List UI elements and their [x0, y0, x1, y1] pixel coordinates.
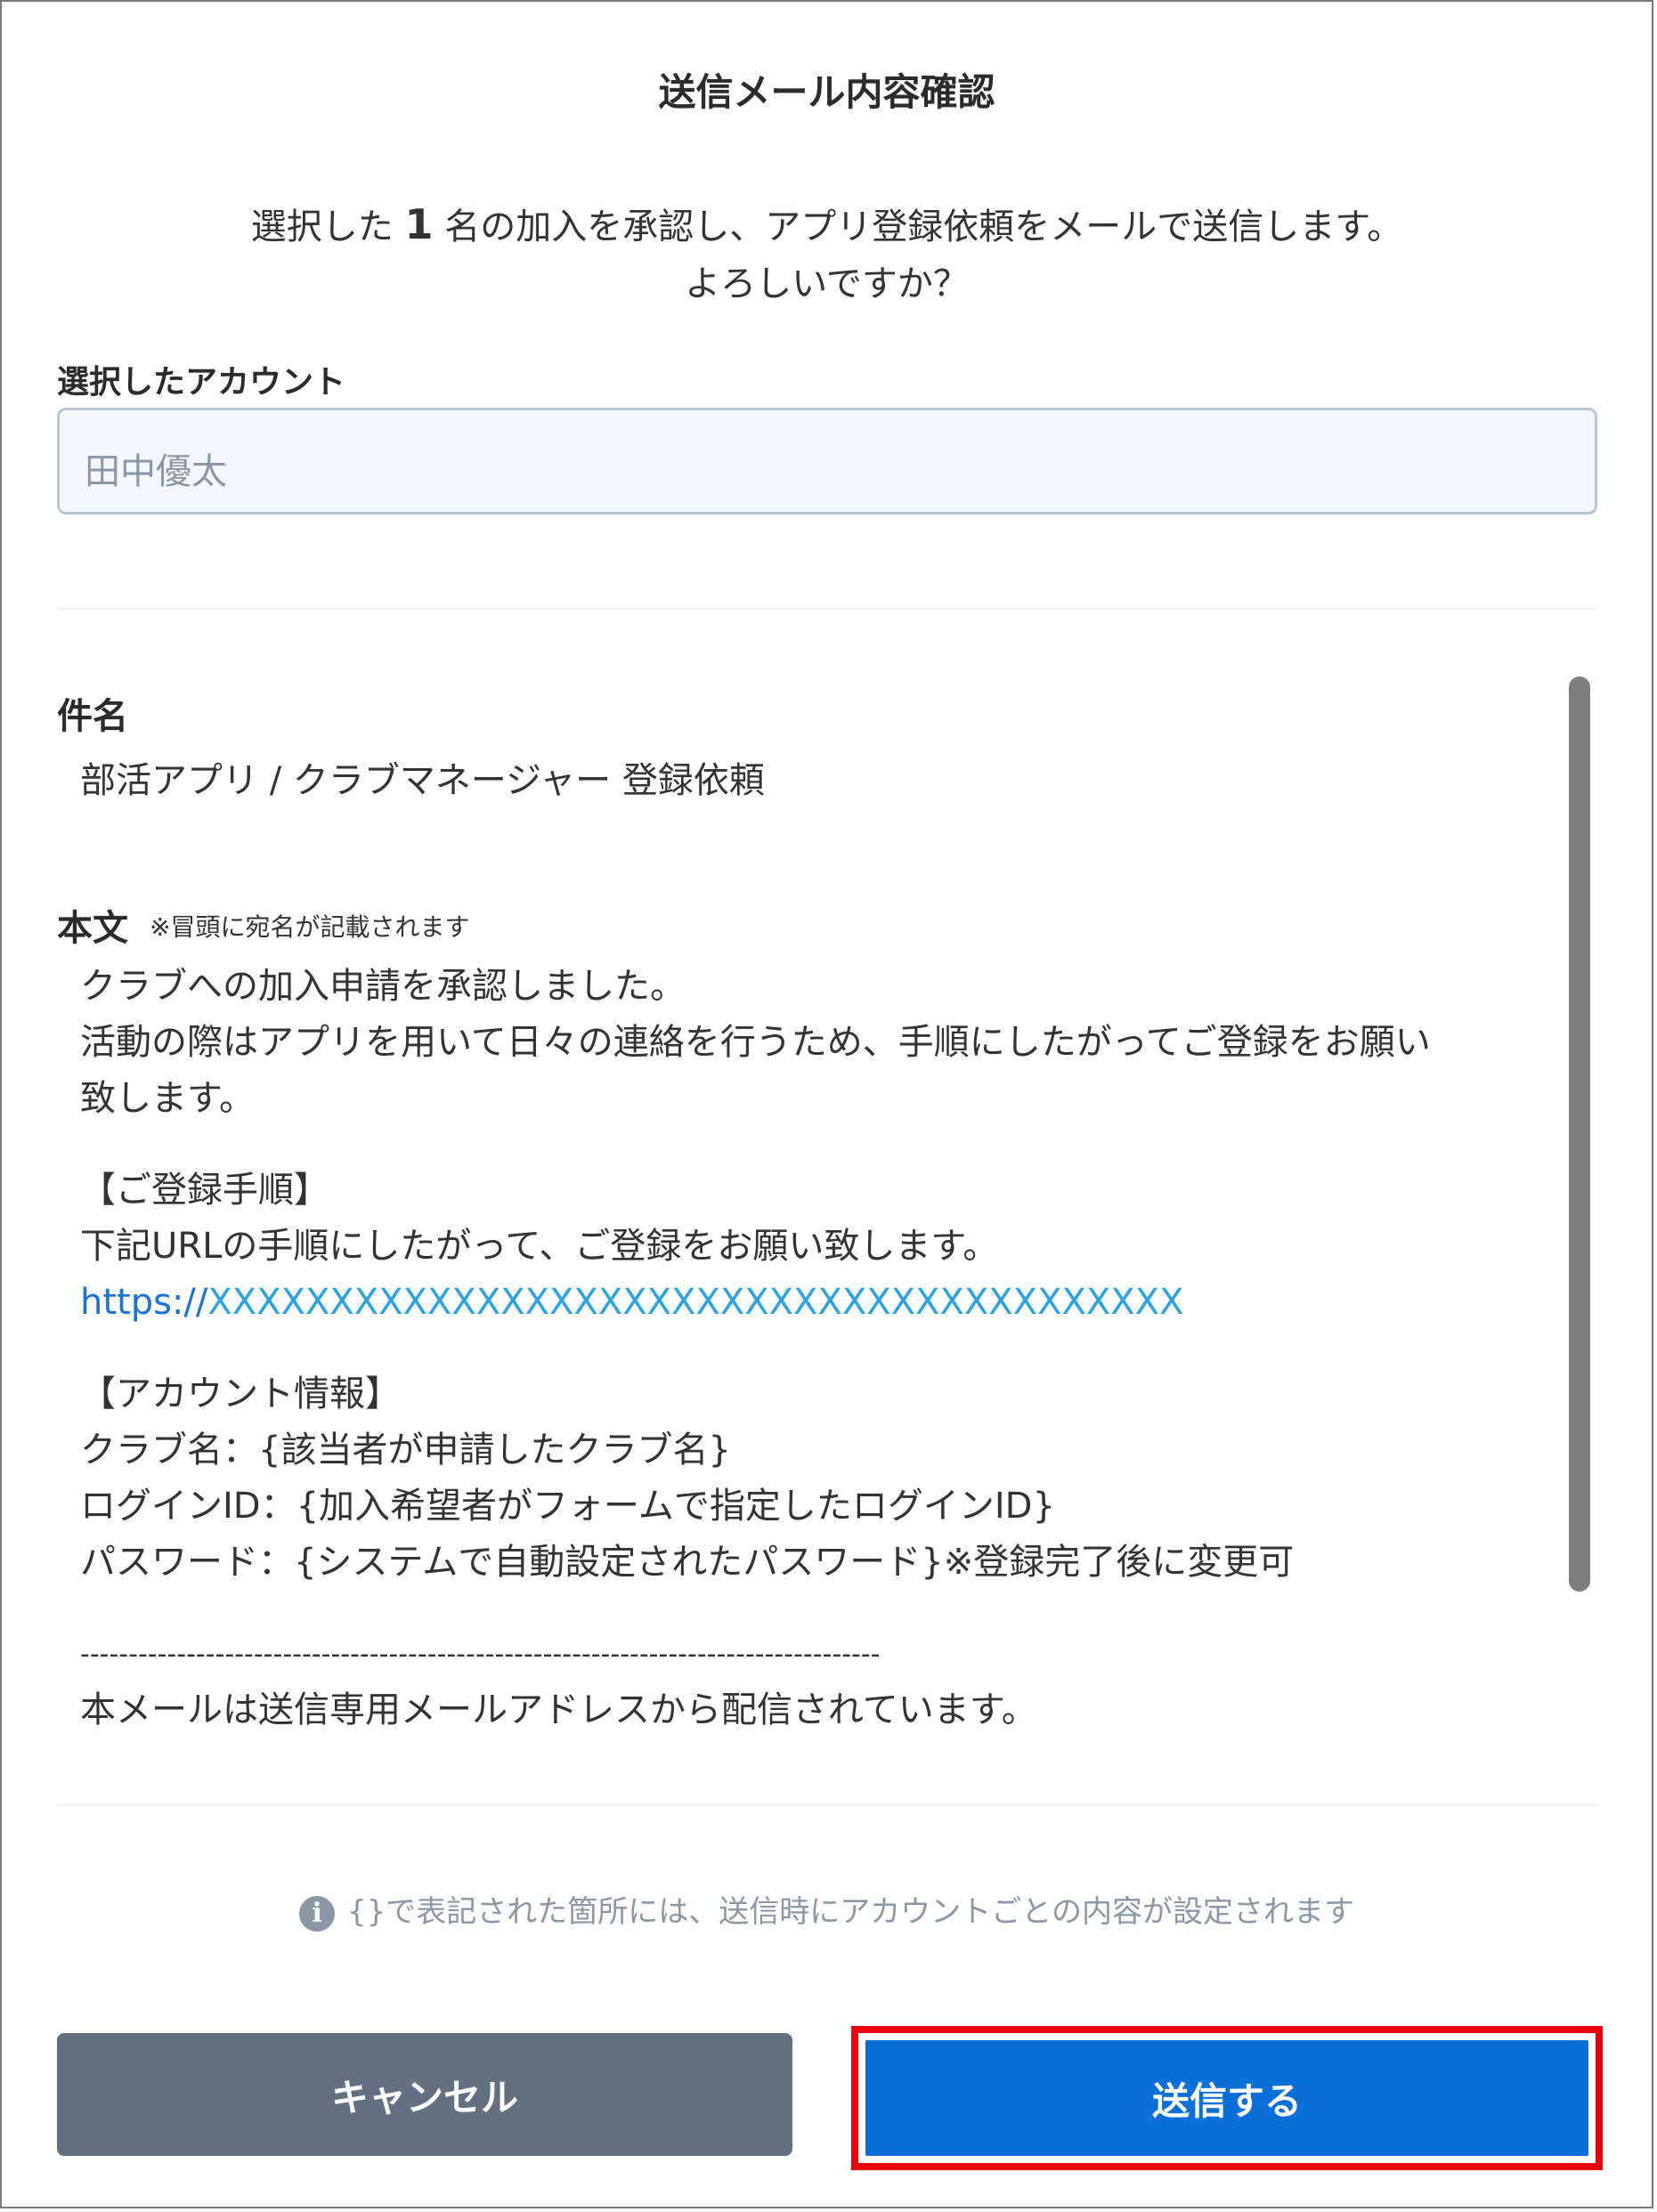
confirm-message: 選択した 1 名の加入を承認し、アプリ登録依頼をメールで送信します。 よろしいで…: [2, 196, 1652, 312]
url-path[interactable]: XXXXXXXXXXXXXXXXXXXXXXXXXXXXXXXXXXXXXXXX: [207, 1282, 1183, 1323]
body-line: 本メールは送信専用メールアドレスから配信されています。: [80, 1689, 1037, 1730]
info-note: i {}で表記された箇所には、送信時にアカウントごとの内容が設定されます: [2, 1887, 1652, 1932]
url-scheme[interactable]: https://: [80, 1282, 207, 1323]
dialog-title: 送信メール内容確認: [658, 70, 995, 114]
selected-account-value: 田中優太: [85, 451, 227, 492]
mail-preview-scrollbar[interactable]: [1569, 677, 1590, 1592]
confirm-message-line1: 選択した 1 名の加入を承認し、アプリ登録依頼をメールで送信します。: [2, 196, 1652, 255]
body-line: 【ご登録手順】: [80, 1170, 329, 1211]
confirm-question: よろしいですか？: [685, 263, 969, 304]
body-separator: ----------------------------------------…: [80, 1639, 881, 1670]
body-line: 活動の際はアプリを用いて日々の連絡を行うため、手順にしたがってご登録をお願い: [80, 1022, 1431, 1063]
info-text: {}で表記された箇所には、送信時にアカウントごとの内容が設定されます: [347, 1894, 1354, 1930]
divider-bottom: [57, 1803, 1597, 1806]
info-icon: i: [299, 1895, 336, 1932]
send-button[interactable]: 送信する: [865, 2040, 1588, 2156]
selected-account-field: 田中優太: [57, 408, 1597, 515]
selected-count: 1: [404, 200, 434, 248]
subject-label: 件名: [57, 696, 128, 737]
body-line: 【アカウント情報】: [80, 1373, 401, 1414]
body-line: クラブ名：{該当者が申請したクラブ名}: [80, 1430, 731, 1471]
intro-prefix: 選択した: [250, 207, 394, 247]
body-line: 下記URLの手順にしたがって、ご登録をお願い致します。: [80, 1226, 999, 1267]
body-label: 本文: [57, 908, 128, 949]
intro-suffix: 名の加入を承認し、アプリ登録依頼をメールで送信します。: [444, 207, 1403, 247]
body-line: ログインID：{加入希望者がフォームで指定したログインID}: [80, 1486, 1055, 1527]
body-line: パスワード：{システムで自動設定されたパスワード}※登録完了後に変更可: [80, 1542, 1295, 1583]
dialog: 送信メール内容確認 選択した 1 名の加入を承認し、アプリ登録依頼をメールで送信…: [0, 0, 1653, 2208]
send-button-highlight: 送信する: [851, 2026, 1603, 2170]
body-note: ※冒頭に宛名が記載されます: [150, 912, 470, 942]
mail-body: クラブへの加入申請を承認しました。 活動の際はアプリを用いて日々の連絡を行うため…: [80, 959, 1431, 1738]
registration-url[interactable]: https://XXXXXXXXXXXXXXXXXXXXXXXXXXXXXXXX…: [80, 1275, 1431, 1331]
body-line: 致します。: [80, 1078, 255, 1119]
subject-text: 部活アプリ / クラブマネージャー 登録依頼: [80, 760, 765, 801]
cancel-button[interactable]: キャンセル: [57, 2033, 792, 2156]
body-line: クラブへの加入申請を承認しました。: [80, 966, 686, 1007]
divider-top: [57, 607, 1597, 610]
selected-account-label: 選択したアカウント: [57, 364, 346, 401]
